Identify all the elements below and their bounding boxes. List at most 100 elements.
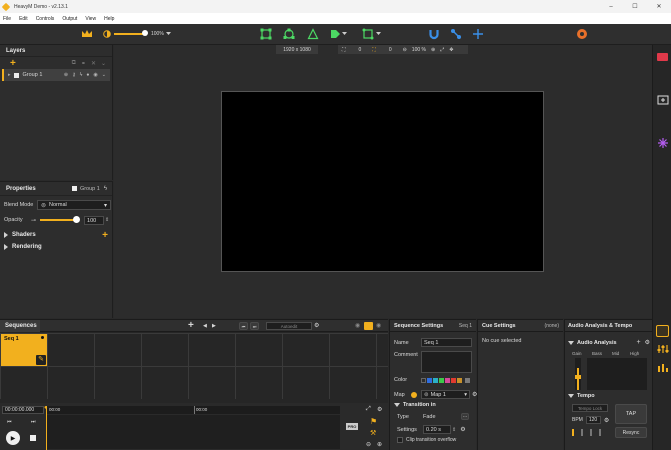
- duplicate-icon[interactable]: ⧉: [72, 60, 76, 67]
- gain-slider[interactable]: [575, 358, 581, 390]
- zoom-value[interactable]: 100 %: [412, 47, 426, 53]
- projection-canvas[interactable]: [221, 91, 544, 272]
- map-select[interactable]: ⊚ Map 1 ▾: [421, 390, 470, 399]
- menu-controls[interactable]: Controls: [36, 16, 55, 22]
- blend-mode-select[interactable]: ⊚ Normal ▾: [37, 200, 111, 210]
- opacity-slider-knob[interactable]: [73, 216, 81, 223]
- tap-button[interactable]: TAP: [615, 404, 647, 424]
- gain-slider-handle[interactable]: [575, 375, 581, 379]
- stop-button[interactable]: [30, 435, 36, 441]
- view-stop-icon[interactable]: ◉: [376, 322, 381, 329]
- playhead[interactable]: [46, 406, 47, 450]
- record-icon[interactable]: [657, 53, 668, 61]
- link-icon[interactable]: ⚭: [81, 60, 86, 67]
- shaders-section[interactable]: Shaders +: [0, 229, 112, 241]
- dropdown-icon[interactable]: ⌄: [102, 72, 106, 78]
- playhead-marker-icon[interactable]: ●: [44, 405, 48, 411]
- next-icon[interactable]: ▶: [212, 323, 216, 329]
- bars-icon[interactable]: [657, 363, 669, 373]
- fit-icon[interactable]: ⛶: [342, 47, 346, 53]
- y-value[interactable]: 0: [389, 47, 392, 53]
- bpm-settings-icon[interactable]: ⚙: [604, 417, 609, 424]
- eye-icon[interactable]: ◉: [93, 72, 97, 78]
- swatch-custom[interactable]: [465, 377, 470, 383]
- dropdown-icon[interactable]: [376, 32, 381, 36]
- media-add-icon[interactable]: [657, 95, 669, 107]
- mixer-icon[interactable]: [657, 344, 669, 354]
- view-mode-active-icon[interactable]: [364, 322, 373, 330]
- transform-tool-icon[interactable]: [362, 28, 374, 40]
- triangle-tool-icon[interactable]: [307, 28, 319, 40]
- type-menu-button[interactable]: …: [461, 413, 469, 420]
- first-frame-button[interactable]: ⏮: [239, 322, 248, 330]
- sequence-card[interactable]: Seq 1 ✎: [1, 334, 47, 366]
- step-forward-icon[interactable]: ⏭: [31, 419, 36, 425]
- swatch-blue[interactable]: [427, 377, 432, 383]
- settings-field[interactable]: 0.20 s: [423, 425, 451, 434]
- edit-sequence-button[interactable]: ✎: [36, 355, 46, 365]
- circle-tool-icon[interactable]: [283, 28, 295, 40]
- group-checkbox[interactable]: [13, 72, 19, 78]
- map-active-icon[interactable]: [411, 391, 417, 398]
- resync-button[interactable]: Resync: [615, 427, 647, 438]
- zoom-out-icon[interactable]: ⊖: [403, 47, 407, 53]
- minimize-button[interactable]: –: [599, 4, 623, 10]
- timeline-track[interactable]: [46, 415, 340, 449]
- tag-tool-icon[interactable]: [329, 28, 341, 40]
- play-button[interactable]: ▶: [6, 431, 20, 445]
- menu-edit[interactable]: Edit: [19, 16, 28, 22]
- menu-output[interactable]: Output: [62, 16, 77, 22]
- bolt-icon[interactable]: ϟ: [80, 72, 83, 78]
- swatch-orange[interactable]: [457, 377, 462, 383]
- autoedit-field[interactable]: Autoedit: [266, 322, 312, 330]
- add-sequence-icon[interactable]: +: [188, 320, 194, 331]
- transition-settings-icon[interactable]: ⚙: [460, 426, 465, 433]
- menu-file[interactable]: File: [3, 16, 11, 22]
- type-value[interactable]: Fade: [423, 414, 461, 420]
- tempo-mode-select[interactable]: Tempo Lock: [572, 404, 608, 412]
- delete-icon[interactable]: ✕: [91, 60, 96, 67]
- dropdown-icon[interactable]: [166, 32, 171, 36]
- fullscreen-icon[interactable]: ⤢: [366, 406, 371, 413]
- swatch-green[interactable]: [439, 377, 444, 383]
- swatch-red[interactable]: [451, 377, 456, 383]
- swatch-pink[interactable]: [445, 377, 450, 383]
- audio-settings-icon[interactable]: ⚙: [645, 339, 650, 346]
- step-back-icon[interactable]: ⏮: [7, 419, 12, 425]
- zoom-out-icon[interactable]: ⊖: [366, 441, 371, 448]
- opacity-slider-handle[interactable]: [142, 30, 148, 36]
- zoom-in-icon[interactable]: ⊕: [377, 441, 382, 448]
- opacity-slider-track[interactable]: [40, 216, 81, 224]
- collapse-icon[interactable]: ▸: [8, 72, 11, 78]
- selection-icon[interactable]: ⛶: [372, 47, 376, 53]
- node-edit-icon[interactable]: [450, 28, 462, 40]
- timecode-field[interactable]: 00:00:00.000: [2, 406, 44, 414]
- x-value[interactable]: 0: [359, 47, 362, 53]
- last-frame-button[interactable]: ⏭: [250, 322, 259, 330]
- lock-icon[interactable]: ⚷: [72, 72, 76, 78]
- bpm-field[interactable]: 120: [585, 416, 601, 424]
- comment-field[interactable]: [421, 351, 472, 373]
- dropdown-icon[interactable]: [342, 32, 347, 36]
- transition-in-section[interactable]: Transition in: [394, 402, 436, 408]
- tab-sequences[interactable]: Sequences: [0, 320, 40, 332]
- timeline-settings-icon[interactable]: ⚙: [377, 406, 382, 413]
- stepper-icon[interactable]: ⇕: [105, 217, 109, 223]
- marker-icon[interactable]: ⚒: [370, 429, 376, 437]
- opacity-mode-icon[interactable]: ⊸: [31, 217, 36, 224]
- zoom-in-icon[interactable]: ⊕: [431, 47, 435, 53]
- view-dot-icon[interactable]: ◉: [355, 322, 360, 329]
- fullscreen-icon[interactable]: ⤢: [440, 47, 444, 53]
- opacity-field[interactable]: 100: [84, 215, 105, 225]
- add-layer-icon[interactable]: +: [10, 58, 16, 69]
- tempo-section[interactable]: Tempo: [568, 393, 595, 399]
- rectangle-tool-icon[interactable]: [260, 28, 272, 40]
- clip-overflow-checkbox[interactable]: [397, 437, 403, 443]
- bolt-icon[interactable]: ϟ: [104, 186, 107, 192]
- chevron-down-icon[interactable]: ⌄: [101, 60, 106, 67]
- swatch-cyan[interactable]: [433, 377, 438, 383]
- layer-group-row[interactable]: ▸ Group 1 ⊕ ⚷ ϟ ● ◉ ⌄: [2, 69, 110, 81]
- add-shader-icon[interactable]: +: [102, 230, 108, 241]
- menu-view[interactable]: View: [85, 16, 96, 22]
- swatch-none[interactable]: [421, 377, 426, 383]
